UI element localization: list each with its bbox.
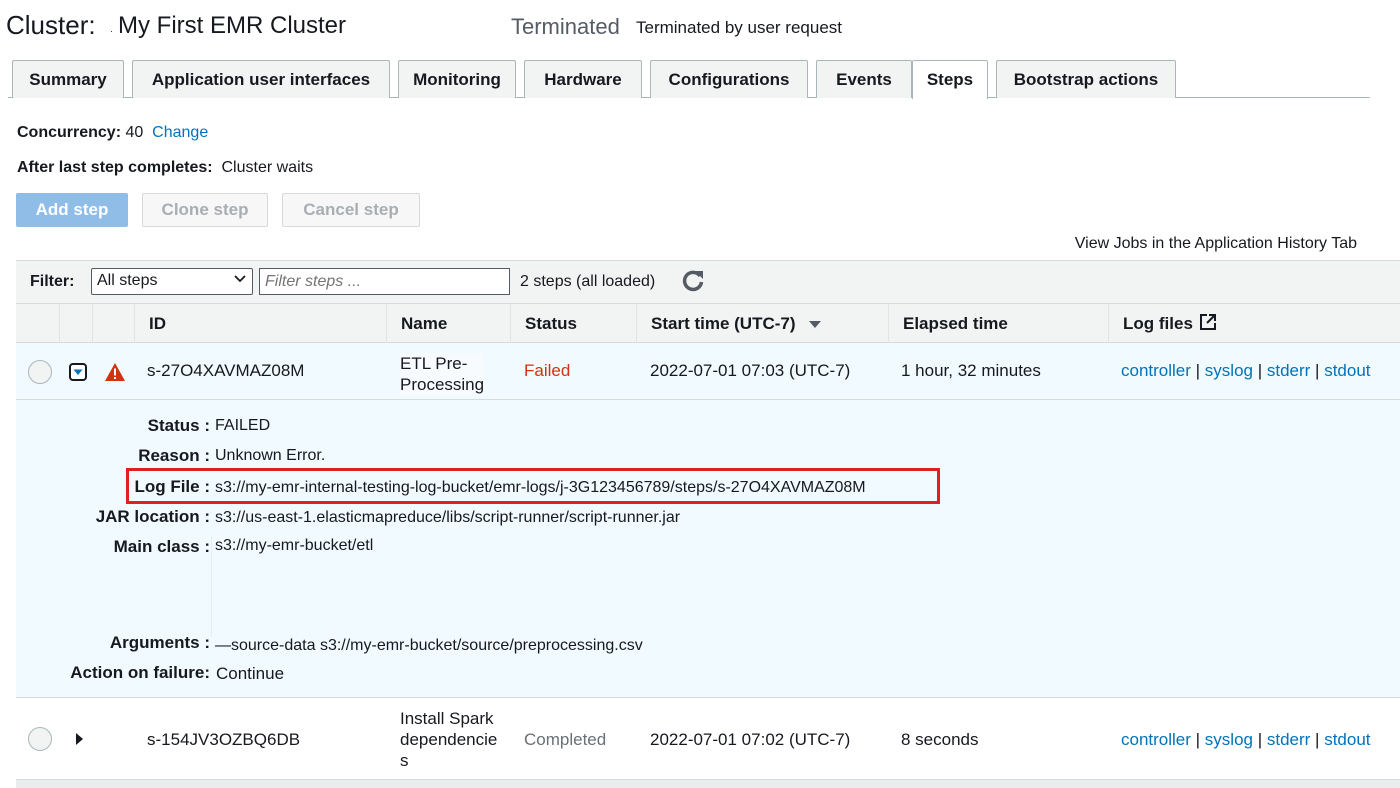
steps-table-header: ID Name Status Start time (UTC-7) Elapse… — [16, 303, 1400, 344]
header-status[interactable]: Status — [510, 304, 636, 344]
concurrency-value: 40 — [125, 124, 144, 141]
header-start-time[interactable]: Start time (UTC-7) — [636, 304, 888, 344]
detail-log-file-value: s3://my-emr-internal-testing-log-bucket/… — [215, 479, 866, 496]
view-jobs-text: View Jobs in the Application History Tab — [1074, 235, 1357, 252]
cluster-state-reason: Terminated by user request — [636, 18, 842, 37]
detail-main-class-label: Main class : — [113, 537, 210, 556]
log-links: controller | syslog | stderr | stdout — [1121, 730, 1371, 749]
stderr-link[interactable]: stderr — [1267, 361, 1310, 380]
syslog-link[interactable]: syslog — [1205, 730, 1253, 749]
change-concurrency-link[interactable]: Change — [152, 124, 208, 141]
external-link-icon — [1199, 313, 1217, 336]
collapse-icon[interactable] — [69, 363, 87, 386]
status-badge: Completed — [524, 730, 607, 749]
clone-step-button[interactable]: Clone step — [142, 193, 268, 227]
warning-icon — [104, 362, 126, 387]
step-start-time: 2022-07-01 07:03 (UTC-7) — [650, 361, 851, 380]
step-start-time: 2022-07-01 07:02 (UTC-7) — [650, 730, 851, 749]
header-id[interactable]: ID — [134, 304, 386, 344]
header-log-files-label: Log files — [1123, 314, 1193, 333]
step-name: ETL Pre- Processing — [400, 353, 485, 395]
sort-desc-icon — [808, 314, 822, 334]
controller-log-link[interactable]: controller — [1121, 361, 1191, 380]
stdout-link[interactable]: stdout — [1324, 730, 1370, 749]
step-filter-selected: All steps — [97, 272, 158, 289]
step-elapsed-time: 1 hour, 32 minutes — [901, 361, 1041, 380]
step-select-radio[interactable] — [28, 727, 52, 751]
value-column-divider — [211, 536, 212, 636]
detail-action-on-failure-value: Continue — [216, 664, 285, 683]
cluster-header: Cluster: · My First EMR Cluster Terminat… — [6, 10, 1396, 44]
step-select-radio[interactable] — [28, 360, 52, 384]
detail-reason-value: Unknown Error. — [215, 447, 326, 464]
stdout-link[interactable]: stdout — [1324, 361, 1370, 380]
controller-log-link[interactable]: controller — [1121, 730, 1191, 749]
tab-application-user-interfaces[interactable]: Application user interfaces — [132, 60, 390, 98]
tab-events[interactable]: Events — [816, 60, 912, 98]
detail-jar-label: JAR location : — [95, 507, 210, 526]
log-links: controller | syslog | stderr | stdout — [1121, 361, 1371, 380]
cluster-state: Terminated — [511, 14, 620, 39]
tab-summary[interactable]: Summary — [12, 60, 124, 98]
cluster-name: My First EMR Cluster — [118, 12, 346, 39]
after-last-step-value: Cluster waits — [221, 159, 314, 176]
add-step-button[interactable]: Add step — [16, 193, 128, 227]
filter-label: Filter: — [30, 273, 75, 290]
table-footer — [16, 780, 1400, 788]
step-name-line: s — [400, 751, 409, 770]
cluster-tabs: Summary Application user interfaces Moni… — [8, 60, 1370, 99]
detail-log-file-label: Log File : — [134, 477, 210, 496]
expand-icon[interactable] — [74, 732, 84, 751]
header-log-files[interactable]: Log files — [1108, 304, 1400, 344]
header-start-time-label: Start time (UTC-7) — [651, 314, 796, 333]
after-last-step-label: After last step completes: — [17, 159, 213, 176]
detail-reason-label: Reason : — [138, 446, 210, 465]
chevron-down-icon — [234, 272, 246, 287]
table-row[interactable]: s-154JV3OZBQ6DB Install Spark dependenci… — [16, 698, 1400, 780]
tab-bootstrap-actions[interactable]: Bootstrap actions — [996, 60, 1176, 98]
steps-count: 2 steps (all loaded) — [520, 273, 656, 290]
header-expand-col — [59, 304, 92, 344]
refresh-icon[interactable] — [680, 268, 706, 294]
concurrency-label: Concurrency: — [17, 124, 122, 141]
cancel-step-button[interactable]: Cancel step — [282, 193, 420, 227]
detail-status-value: FAILED — [215, 417, 271, 434]
concurrency-row: Concurrency: 40 Change — [17, 124, 208, 142]
tab-hardware[interactable]: Hardware — [524, 60, 642, 98]
step-name-line: dependencie — [400, 730, 498, 749]
tab-steps[interactable]: Steps — [912, 60, 988, 99]
detail-arguments-label: Arguments : — [109, 633, 210, 652]
detail-main-class-value: s3://my-emr-bucket/etl — [215, 537, 374, 554]
detail-jar-value: s3://us-east-1.elasticmapreduce/libs/scr… — [215, 509, 681, 526]
step-name: Install Spark dependencie s — [400, 708, 497, 771]
stderr-link[interactable]: stderr — [1267, 730, 1310, 749]
step-name-line: ETL Pre- — [400, 354, 468, 373]
filter-bar: Filter: All steps 2 steps (all loaded) — [16, 260, 1400, 303]
detail-action-on-failure-label: Action on failure: — [70, 663, 210, 682]
status-badge: Failed — [524, 361, 571, 380]
detail-arguments-value: —source-data s3://my-emr-bucket/source/p… — [215, 637, 643, 654]
step-id: s-154JV3OZBQ6DB — [147, 730, 301, 749]
tab-monitoring[interactable]: Monitoring — [398, 60, 516, 98]
tab-configurations[interactable]: Configurations — [650, 60, 808, 98]
header-icon-col — [92, 304, 134, 344]
syslog-link[interactable]: syslog — [1205, 361, 1253, 380]
detail-status-label: Status : — [147, 416, 210, 435]
table-row[interactable]: s-27O4XAVMAZ08M ETL Pre- Processing Fail… — [16, 343, 1400, 400]
step-name-line: Install Spark — [400, 709, 494, 728]
cluster-label: Cluster: — [6, 10, 96, 40]
step-name-line: Processing — [400, 375, 485, 394]
separator-dot: · — [110, 26, 113, 36]
after-last-step-row: After last step completes: Cluster waits — [17, 159, 313, 177]
header-name[interactable]: Name — [386, 304, 510, 344]
filter-steps-input[interactable] — [259, 268, 510, 295]
step-filter-select[interactable]: All steps — [91, 268, 253, 295]
header-select-col — [16, 304, 59, 344]
header-elapsed-time[interactable]: Elapsed time — [888, 304, 1108, 344]
step-id: s-27O4XAVMAZ08M — [147, 361, 305, 380]
step-elapsed-time: 8 seconds — [901, 730, 979, 749]
